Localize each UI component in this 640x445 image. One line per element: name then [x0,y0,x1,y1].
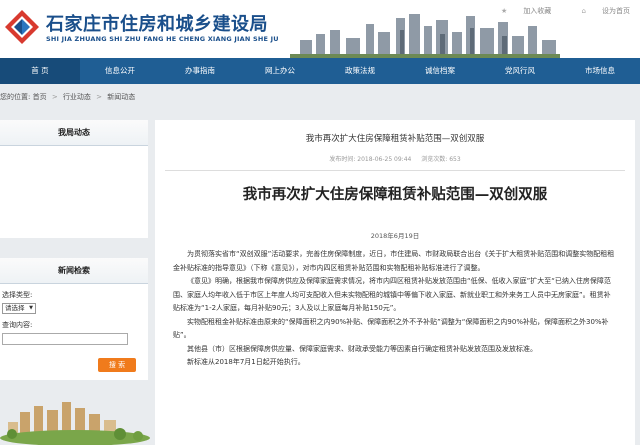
article-paragraph: 其他县（市）区根据保障房供应量、保障家庭需求、财政承受能力等因素自行确定租赁补贴… [187,344,537,353]
top-links: ★ 加入收藏 ⌂ 设为首页 [473,6,630,16]
keyword-label: 查询内容: [2,321,33,329]
sidebar-search-box: 新闻检索 选择类型: 请选择 ▼ 查询内容: 搜 索 [0,258,148,380]
site-title: 石家庄市住房和城乡建设局 [46,14,268,35]
breadcrumb-industry[interactable]: 行业动态 [63,93,91,101]
type-select[interactable]: 请选择 ▼ [2,303,36,314]
add-favorite-link[interactable]: ★ 加入收藏 [487,7,551,15]
sidebar-news-box: 我局动态 [0,120,148,238]
chevron-down-icon: ▼ [29,305,33,311]
breadcrumb-news[interactable]: 新闻动态 [107,93,135,101]
search-button[interactable]: 搜 索 [98,358,136,372]
nav-party-conduct[interactable]: 党风行风 [480,58,560,84]
nav-policies[interactable]: 政策法规 [320,58,400,84]
main-nav: 首 页 信息公开 办事指南 网上办公 政策法规 诚信档案 党风行风 市场信息 [0,58,640,84]
article-meta: 发布时间: 2018-06-25 09:44 浏览次数: 653 [165,154,625,171]
article-title: 我市再次扩大住房保障租赁补贴范围—双创双服 [242,187,548,203]
breadcrumb-separator: > [51,93,58,101]
sidebar-search-title: 新闻检索 [0,258,148,284]
star-icon: ★ [501,7,508,15]
publish-time: 发布时间: 2018-06-25 09:44 [329,156,412,163]
logo-icon[interactable] [4,9,40,45]
type-label: 选择类型: [2,291,33,299]
nav-credit-records[interactable]: 诚信档案 [400,58,480,84]
nav-info-disclosure[interactable]: 信息公开 [80,58,160,84]
article-header: 我市再次扩大住房保障租赁补贴范围—双创双服 发布时间: 2018-06-25 0… [165,132,625,171]
home-icon: ⌂ [581,7,586,15]
article-panel: 我市再次扩大住房保障租赁补贴范围—双创双服 发布时间: 2018-06-25 0… [155,120,635,445]
view-count: 浏览次数: 653 [421,156,461,163]
keyword-input[interactable] [2,333,128,345]
nav-service-guide[interactable]: 办事指南 [160,58,240,84]
town-illustration [0,398,150,445]
article-heading-small: 我市再次扩大住房保障租赁补贴范围—双创双服 [305,134,485,144]
city-skyline-image [290,10,560,58]
breadcrumb: 您的位置: 首页 > 行业动态 > 新闻动态 [0,92,135,102]
type-select-value: 请选择 [5,304,25,312]
breadcrumb-prefix: 您的位置: [0,93,31,101]
article-body: 为贯彻落实省市“双创双服”活动要求，完善住房保障制度，近日，市住建局、市财政局联… [173,248,617,370]
article-date: 2018年6月19日 [370,232,420,240]
breadcrumb-home[interactable]: 首页 [33,93,47,101]
site-title-pinyin: SHI JIA ZHUANG SHI ZHU FANG HE CHENG XIA… [46,35,279,43]
nav-home[interactable]: 首 页 [0,58,80,84]
site-header: 石家庄市住房和城乡建设局 SHI JIA ZHUANG SHI ZHU FANG… [0,0,640,58]
article-paragraph: 新标准从2018年7月1日起开始执行。 [187,358,305,366]
article-paragraph: 《意见》明确，根据我市保障房供应及保障家庭需求情况，将市内四区租赁补贴发放范围由… [173,277,611,312]
article-paragraph: 为贯彻落实省市“双创双服”活动要求，完善住房保障制度，近日，市住建局、市财政局联… [173,250,615,272]
article-paragraph: 实物配租租金补贴标准由原来的“保障面积之内90%补贴、保障面积之外不予补贴”调整… [173,317,609,340]
nav-online-office[interactable]: 网上办公 [240,58,320,84]
breadcrumb-separator: > [96,93,103,101]
sidebar-news-title[interactable]: 我局动态 [0,120,148,146]
nav-market-info[interactable]: 市场信息 [560,58,640,84]
set-homepage-link[interactable]: ⌂ 设为首页 [568,7,630,15]
